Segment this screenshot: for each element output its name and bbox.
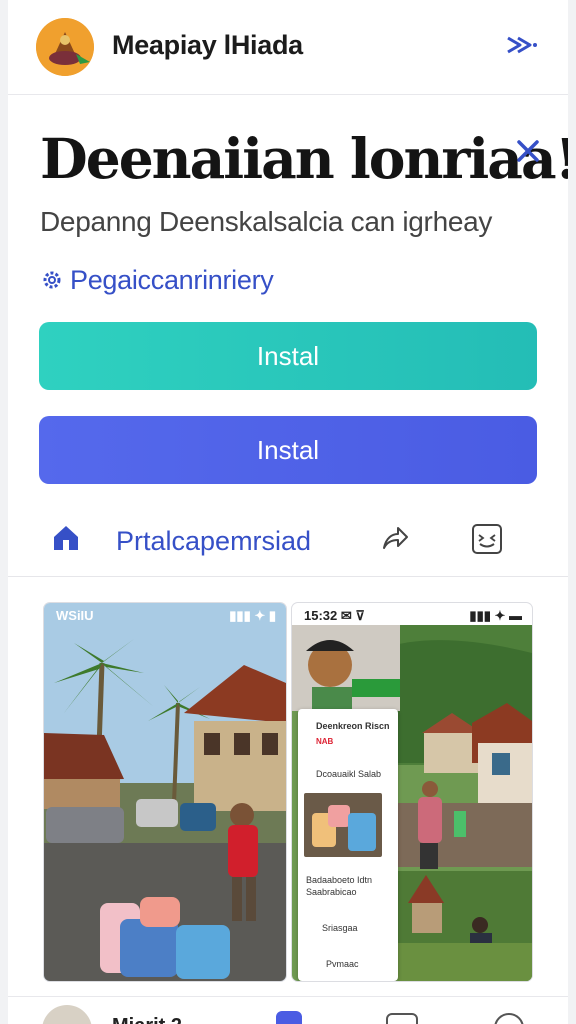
status-bar: WSiIU ▮▮▮ ✦ ▮	[44, 603, 286, 625]
feed-card-line: Sriasgaa	[322, 923, 358, 933]
feed-card-line: Badaaboeto Idtn	[306, 875, 373, 885]
install-sheet: Meapiay lHiada Deenaiian lonriaa! Depann…	[8, 0, 568, 1024]
settings-link-label: Pegaiccanrinriery	[70, 264, 274, 295]
share-arrow-icon[interactable]	[504, 30, 540, 60]
action-label[interactable]: Prtalcapemrsiad	[116, 526, 311, 557]
promo-subtitle: Depanng Deenskalsalcia can igrheay	[40, 206, 493, 237]
status-signal: ▮▮▮ ✦ ▬	[469, 608, 522, 623]
install-button-primary[interactable]: Instal	[39, 322, 537, 390]
nav-chat-icon[interactable]	[386, 1013, 418, 1024]
home-icon[interactable]	[50, 522, 82, 554]
app-header: Meapiay lHiada	[8, 0, 568, 95]
status-time: 15:32 ✉ ⊽	[304, 608, 365, 623]
bottom-bar: Miarit 2	[8, 996, 568, 1024]
avatar[interactable]	[42, 1005, 92, 1024]
nav-profile-icon[interactable]	[494, 1013, 524, 1024]
app-logo-icon	[36, 18, 94, 76]
village-photo	[44, 603, 286, 981]
screenshot-app-feed[interactable]: 15:32 ✉ ⊽ ▮▮▮ ✦ ▬ Deenkreon Riscn NAB Dc…	[292, 603, 532, 981]
feed-card-line: Dcoauaikl Salab	[316, 769, 382, 779]
action-row: Prtalcapemrsiad	[8, 508, 568, 577]
feed-card: Deenkreon Riscn NAB Dcoauaikl Salab Bada…	[298, 709, 398, 981]
bottom-bar-label[interactable]: Miarit 2	[112, 1015, 182, 1024]
screenshot-village[interactable]: WSiIU ▮▮▮ ✦ ▮	[44, 603, 286, 981]
feed-card-image	[304, 793, 382, 857]
status-bar: 15:32 ✉ ⊽ ▮▮▮ ✦ ▬	[292, 603, 532, 625]
app-name: Meapiay lHiada	[112, 30, 303, 60]
status-time: WSiIU	[56, 608, 94, 623]
feed-card-line: Saabrabicao	[306, 887, 357, 897]
close-icon[interactable]	[513, 136, 543, 166]
feed-card-title: Deenkreon Riscn	[316, 721, 390, 731]
feed-card-line: Pvmaac	[326, 959, 359, 969]
install-button-secondary[interactable]: Instal	[39, 416, 537, 484]
gear-icon	[40, 268, 64, 292]
forward-icon[interactable]	[378, 522, 410, 554]
nav-home-icon[interactable]	[276, 1011, 302, 1024]
settings-link[interactable]: Pegaiccanrinriery	[40, 264, 274, 296]
smile-icon[interactable]	[470, 522, 504, 556]
status-signal: ▮▮▮ ✦ ▮	[229, 608, 276, 623]
promo-title: Deenaiian lonriaa!	[40, 126, 568, 191]
feed-card-badge: NAB	[316, 737, 334, 746]
